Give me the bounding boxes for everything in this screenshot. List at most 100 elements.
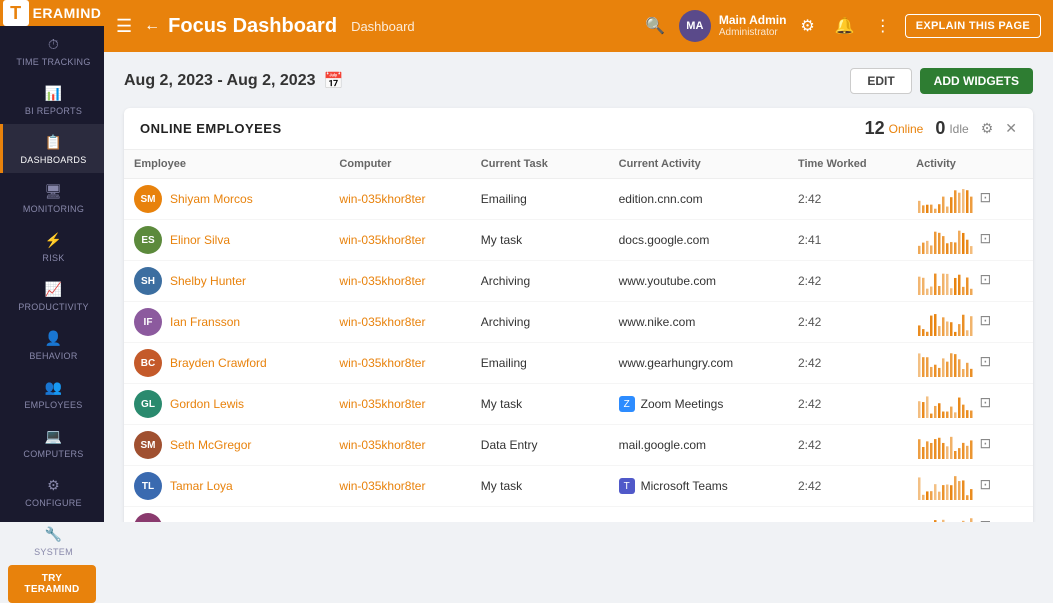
computer-cell: win-035khor8ter: [329, 425, 470, 466]
activity-cell: edition.cnn.com: [609, 179, 788, 220]
table-header-row: EmployeeComputerCurrent TaskCurrent Acti…: [124, 150, 1033, 179]
video-icon[interactable]: ⊡: [980, 394, 992, 410]
sidebar-item-productivity[interactable]: 📈PRODUCTIVITY: [0, 271, 104, 320]
gear-icon[interactable]: ⚙: [794, 10, 820, 42]
computer-cell: win-035khor8ter: [329, 466, 470, 507]
video-icon[interactable]: ⊡: [980, 230, 992, 246]
time-tracking-icon: ⏱: [48, 36, 59, 53]
computer-link[interactable]: win-035khor8ter: [339, 397, 425, 411]
col-header-current-task: Current Task: [471, 150, 609, 179]
computer-link[interactable]: win-035khor8ter: [339, 233, 425, 247]
nav-items: ⏱TIME TRACKING📊BI REPORTS 📋 DASHBOARDS 🖥MON…: [0, 26, 104, 565]
online-label: Online: [889, 122, 924, 136]
sidebar-item-bi-reports[interactable]: 📊BI REPORTS: [0, 75, 104, 124]
bell-icon[interactable]: 🔔: [829, 10, 861, 42]
employee-avatar: SM: [134, 431, 162, 459]
video-icon[interactable]: ⊡: [980, 189, 992, 205]
sidebar-item-time-tracking[interactable]: ⏱TIME TRACKING: [0, 26, 104, 75]
employee-name[interactable]: Shelby Hunter: [170, 274, 246, 288]
computer-cell: win-035khor8ter: [329, 179, 470, 220]
sidebar-label-risk: RISK: [42, 253, 64, 263]
employee-cell: DSDemie Slappendel: [124, 507, 329, 523]
employee-name[interactable]: Shiyam Morcos: [170, 192, 253, 206]
table-row: SMSeth McGregorwin-035khor8terData Entry…: [124, 425, 1033, 466]
video-icon[interactable]: ⊡: [980, 271, 992, 287]
video-icon[interactable]: ⊡: [980, 476, 992, 492]
sidebar-label-bi-reports: BI REPORTS: [25, 106, 82, 116]
edit-button[interactable]: EDIT: [850, 68, 911, 94]
employee-name[interactable]: Brayden Crawford: [170, 356, 267, 370]
explain-button[interactable]: EXPLAIN THIS PAGE: [905, 14, 1041, 38]
employee-name[interactable]: Gordon Lewis: [170, 397, 244, 411]
video-icon[interactable]: ⊡: [980, 353, 992, 369]
try-teramind-button[interactable]: TRY TERAMIND: [8, 565, 96, 603]
time-worked-cell: 2:41: [788, 220, 906, 261]
avatar[interactable]: MA: [679, 10, 711, 42]
computer-link[interactable]: win-035khor8ter: [339, 356, 425, 370]
task-cell: Emailing: [471, 179, 609, 220]
computer-link[interactable]: win-035khor8ter: [339, 315, 425, 329]
sidebar-label-configure: CONFIGURE: [25, 498, 82, 508]
employee-name[interactable]: Elinor Silva: [170, 233, 230, 247]
table-row: BCBrayden Crawfordwin-035khor8terEmailin…: [124, 343, 1033, 384]
computer-link[interactable]: win-035khor8ter: [339, 192, 425, 206]
activity-text: edition.cnn.com: [619, 192, 703, 206]
more-icon[interactable]: ⋮: [869, 10, 897, 42]
computer-cell: win-035khor8ter: [329, 261, 470, 302]
dashboards-icon: 📋: [45, 134, 63, 151]
menu-icon[interactable]: ☰: [116, 16, 132, 37]
table-row: GLGordon Lewiswin-035khor8terMy taskZZoo…: [124, 384, 1033, 425]
sidebar-label-dashboards: DASHBOARDS: [20, 155, 86, 165]
task-cell: Archiving: [471, 507, 609, 523]
employee-avatar: BC: [134, 349, 162, 377]
search-icon[interactable]: 🔍: [639, 10, 671, 42]
sidebar-item-risk[interactable]: ⚡RISK: [0, 222, 104, 271]
activity-chart-cell: ⊡: [906, 466, 1033, 507]
video-icon[interactable]: ⊡: [980, 435, 992, 451]
table-header: EmployeeComputerCurrent TaskCurrent Acti…: [124, 150, 1033, 179]
calendar-icon[interactable]: 📅: [323, 71, 343, 91]
sidebar-label-computers: COMPUTERS: [23, 449, 83, 459]
computer-cell: win-035khor8ter: [329, 302, 470, 343]
activity-chart-cell: ⊡: [906, 507, 1033, 523]
time-worked-cell: 2:42: [788, 507, 906, 523]
time-value: 2:42: [798, 192, 821, 206]
employee-name[interactable]: Seth McGregor: [170, 438, 251, 452]
sidebar-item-computers[interactable]: 💻COMPUTERS: [0, 418, 104, 467]
video-icon[interactable]: ⊡: [980, 517, 992, 522]
add-widgets-button[interactable]: ADD WIDGETS: [920, 68, 1033, 94]
employee-name[interactable]: Ian Fransson: [170, 315, 240, 329]
computer-link[interactable]: win-035khor8ter: [339, 438, 425, 452]
sidebar-item-system[interactable]: 🔧SYSTEM: [0, 516, 104, 565]
video-icon[interactable]: ⊡: [980, 312, 992, 328]
sidebar-item-configure[interactable]: ⚙CONFIGURE: [0, 467, 104, 516]
activity-text: www.youtube.com: [619, 274, 716, 288]
computer-cell: win-035khor8ter: [329, 220, 470, 261]
panel-close-icon[interactable]: ✕: [1005, 120, 1017, 137]
back-icon[interactable]: ←: [144, 17, 160, 35]
sidebar-item-monitoring[interactable]: 🖥MONITORING: [0, 173, 104, 222]
employee-cell: GLGordon Lewis: [124, 384, 329, 425]
time-value: 2:42: [798, 315, 821, 329]
time-worked-cell: 2:42: [788, 261, 906, 302]
panel-settings-icon[interactable]: ⚙: [981, 120, 994, 137]
table-row: TLTamar Loyawin-035khor8terMy taskTMicro…: [124, 466, 1033, 507]
sidebar-item-dashboards[interactable]: 📋 DASHBOARDS: [0, 124, 104, 173]
employee-name[interactable]: Tamar Loya: [170, 479, 233, 493]
employee-cell: SHShelby Hunter: [124, 261, 329, 302]
activity-text: Zoom Meetings: [641, 397, 724, 411]
table-row: DSDemie Slappendelwin-035khor8terArchivi…: [124, 507, 1033, 523]
sidebar-item-employees[interactable]: 👥EMPLOYEES: [0, 369, 104, 418]
time-value: 2:42: [798, 397, 821, 411]
sidebar-label-productivity: PRODUCTIVITY: [18, 302, 89, 312]
system-icon: 🔧: [45, 526, 63, 543]
computer-link[interactable]: win-035khor8ter: [339, 479, 425, 493]
time-worked-cell: 2:42: [788, 384, 906, 425]
activity-text: mail.google.com: [619, 438, 706, 452]
user-name: Main Admin: [719, 13, 787, 27]
computer-cell: win-035khor8ter: [329, 384, 470, 425]
time-value: 2:42: [798, 438, 821, 452]
logo-area[interactable]: T ERAMIND: [0, 0, 104, 26]
sidebar-item-behavior[interactable]: 👤BEHAVIOR: [0, 320, 104, 369]
computer-link[interactable]: win-035khor8ter: [339, 274, 425, 288]
